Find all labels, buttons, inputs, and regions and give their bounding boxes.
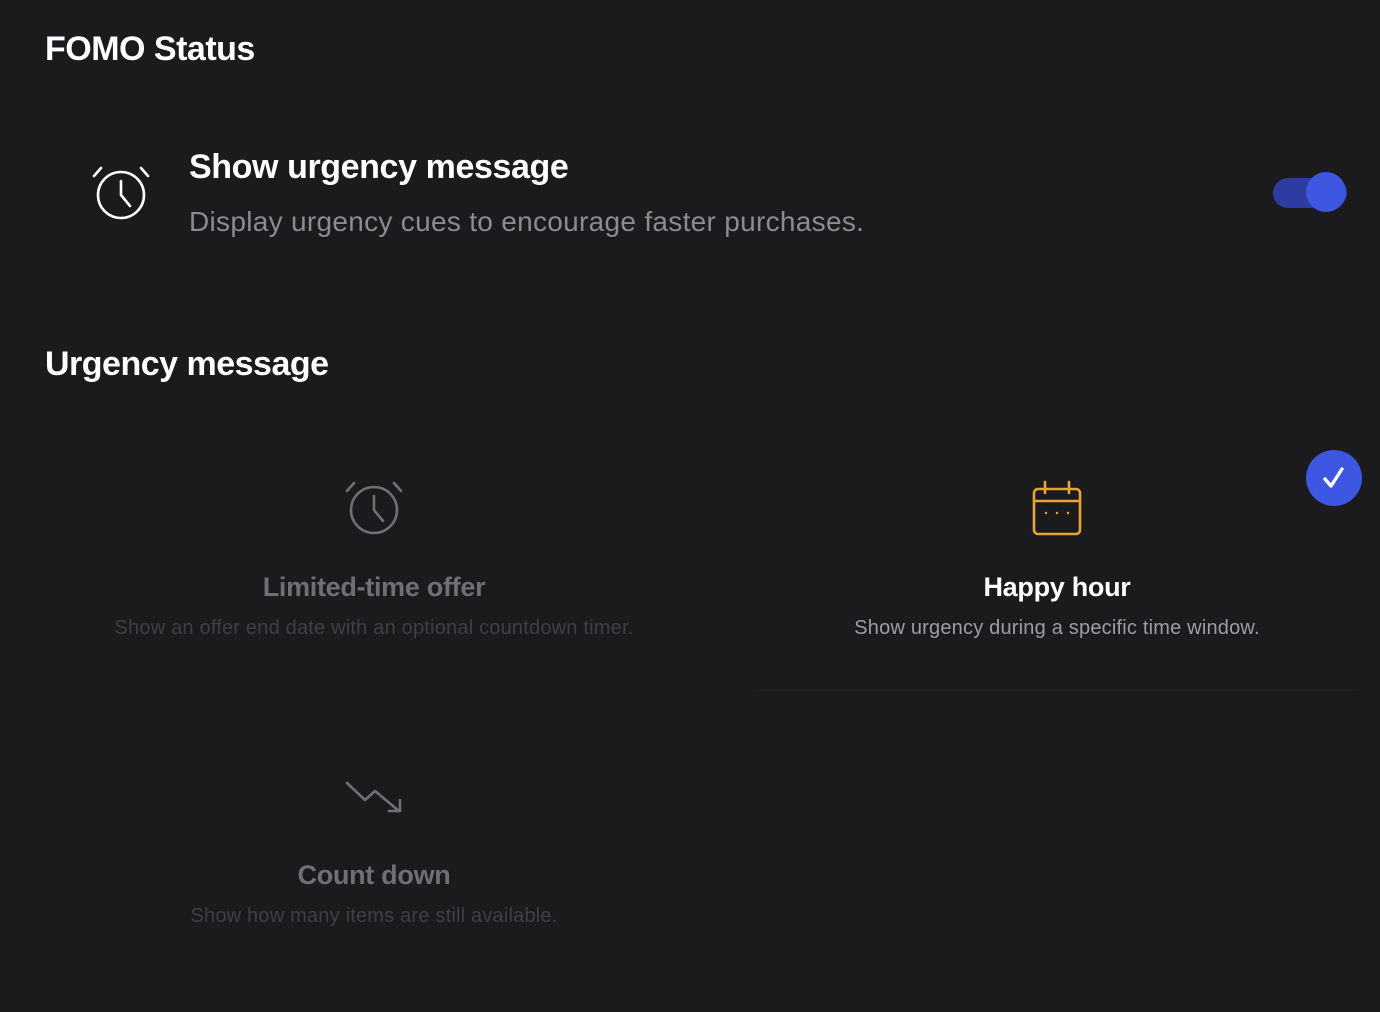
toggle-knob bbox=[1306, 172, 1346, 212]
calendar-icon bbox=[1031, 480, 1083, 543]
show-urgency-description: Display urgency cues to encourage faster… bbox=[189, 206, 865, 237]
alarm-clock-icon bbox=[344, 480, 404, 541]
fomo-status-title: FOMO Status bbox=[45, 30, 255, 68]
show-urgency-setting-row: Show urgency message Display urgency cue… bbox=[0, 140, 1380, 260]
trending-down-icon bbox=[345, 780, 403, 819]
urgency-message-title: Urgency message bbox=[45, 345, 329, 383]
option-description: Show an offer end date with an optional … bbox=[114, 617, 634, 639]
option-count-down[interactable]: Count down Show how many items are still… bbox=[44, 730, 704, 980]
show-urgency-toggle[interactable] bbox=[1273, 172, 1347, 212]
option-title: Limited-time offer bbox=[262, 572, 486, 602]
fomo-settings-page: FOMO Status Show urgency message Display… bbox=[0, 0, 1380, 1012]
checkmark-icon bbox=[1323, 467, 1344, 488]
option-happy-hour[interactable]: Happy hour Show urgency during a specifi… bbox=[757, 440, 1357, 691]
option-title: Count down bbox=[297, 860, 451, 890]
option-description: Show urgency during a specific time wind… bbox=[854, 617, 1260, 639]
option-description: Show how many items are still available. bbox=[190, 905, 558, 927]
alarm-clock-icon bbox=[90, 164, 152, 222]
option-limited-time-offer[interactable]: Limited-time offer Show an offer end dat… bbox=[44, 440, 704, 690]
selected-check-badge bbox=[1306, 450, 1362, 506]
show-urgency-heading: Show urgency message bbox=[189, 148, 569, 186]
option-title: Happy hour bbox=[983, 572, 1131, 602]
